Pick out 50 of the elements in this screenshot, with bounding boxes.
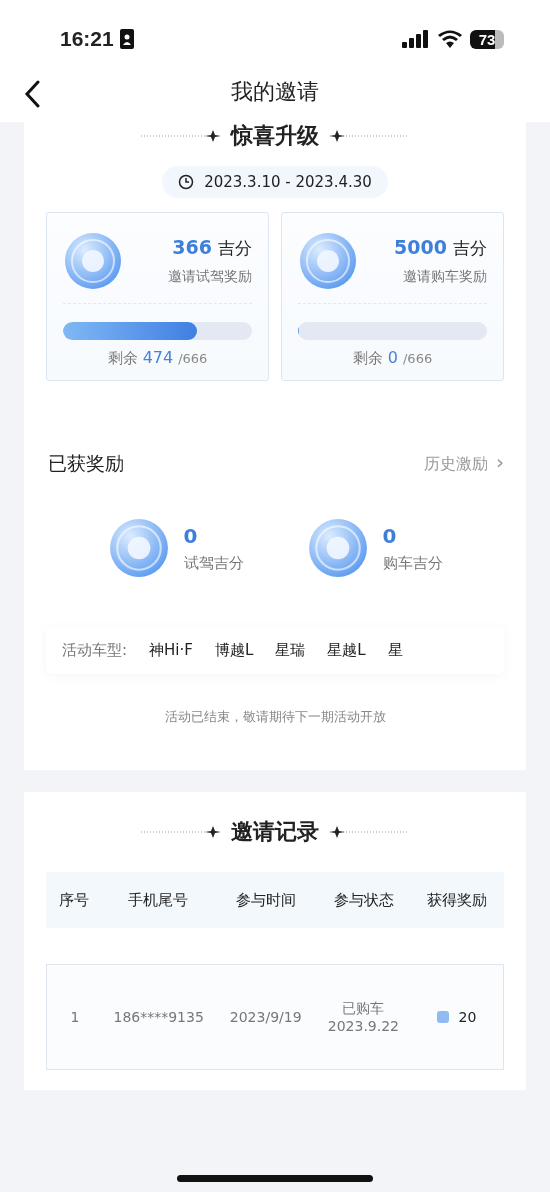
- remaining-label: 剩余: [107, 349, 138, 368]
- divider-star-icon: [141, 826, 221, 838]
- remaining-count: 0: [387, 348, 398, 367]
- car-model-tab[interactable]: 星越L: [327, 641, 366, 660]
- table-cell-text: 2023/9/19: [228, 1009, 303, 1025]
- status-text: 已购车: [342, 1000, 385, 1018]
- remaining-count: 474: [142, 348, 174, 367]
- date-range: 2023.3.10 - 2023.4.30: [204, 173, 372, 191]
- reward-unit: 吉分: [218, 237, 252, 260]
- column-header: 手机尾号: [127, 890, 190, 910]
- remaining-total: /666: [178, 351, 208, 366]
- status-time: 16:21: [60, 27, 114, 51]
- clock-icon: [178, 174, 195, 190]
- column-header: 参与状态: [332, 890, 395, 910]
- reward-amount: 5000: [394, 236, 447, 258]
- section-title: 邀请记录: [231, 818, 319, 846]
- car-model-tab[interactable]: 神Hi·F: [149, 641, 193, 660]
- models-label: 活动车型:: [62, 641, 128, 660]
- battery-icon: 73: [470, 29, 504, 49]
- wifi-icon: [438, 30, 462, 48]
- back-button[interactable]: [24, 80, 40, 108]
- divider-star-icon: [329, 826, 409, 838]
- reward-label: 邀请试驾奖励: [168, 268, 252, 286]
- reward-points: 20: [458, 1009, 477, 1025]
- page-title: 我的邀请: [231, 78, 319, 106]
- section-heading: 已获奖励: [48, 451, 124, 476]
- points-amount: 0: [382, 523, 398, 548]
- table-cell-text: 1: [69, 1009, 81, 1025]
- status-date: 2023.9.22: [327, 1018, 400, 1034]
- column-header: 参与时间: [234, 890, 297, 910]
- reward-unit: 吉分: [453, 237, 487, 260]
- divider-star-icon: [329, 130, 409, 142]
- points-label: 购车吉分: [382, 553, 443, 573]
- section-title: 惊喜升级: [231, 122, 319, 150]
- column-header: 获得奖励: [426, 890, 489, 910]
- reward-amount: 366: [172, 236, 212, 258]
- remaining-total: /666: [403, 351, 433, 366]
- points-amount: 0: [183, 523, 199, 548]
- car-model-tab[interactable]: 博越L: [214, 641, 254, 660]
- car-model-tab[interactable]: 星: [387, 641, 403, 660]
- car-model-tab[interactable]: 星瑞: [275, 641, 306, 660]
- table-cell-text: 186****9135: [112, 1009, 205, 1025]
- column-header: 序号: [58, 890, 91, 910]
- points-label: 试驾吉分: [183, 553, 244, 573]
- reward-label: 邀请购车奖励: [403, 268, 487, 286]
- divider-star-icon: [141, 130, 221, 142]
- signal-icon: [402, 30, 430, 48]
- id-card-icon: [119, 29, 134, 49]
- remaining-label: 剩余: [352, 349, 383, 368]
- notice-text: 活动已结束，敬请期待下一期活动开放: [163, 708, 387, 726]
